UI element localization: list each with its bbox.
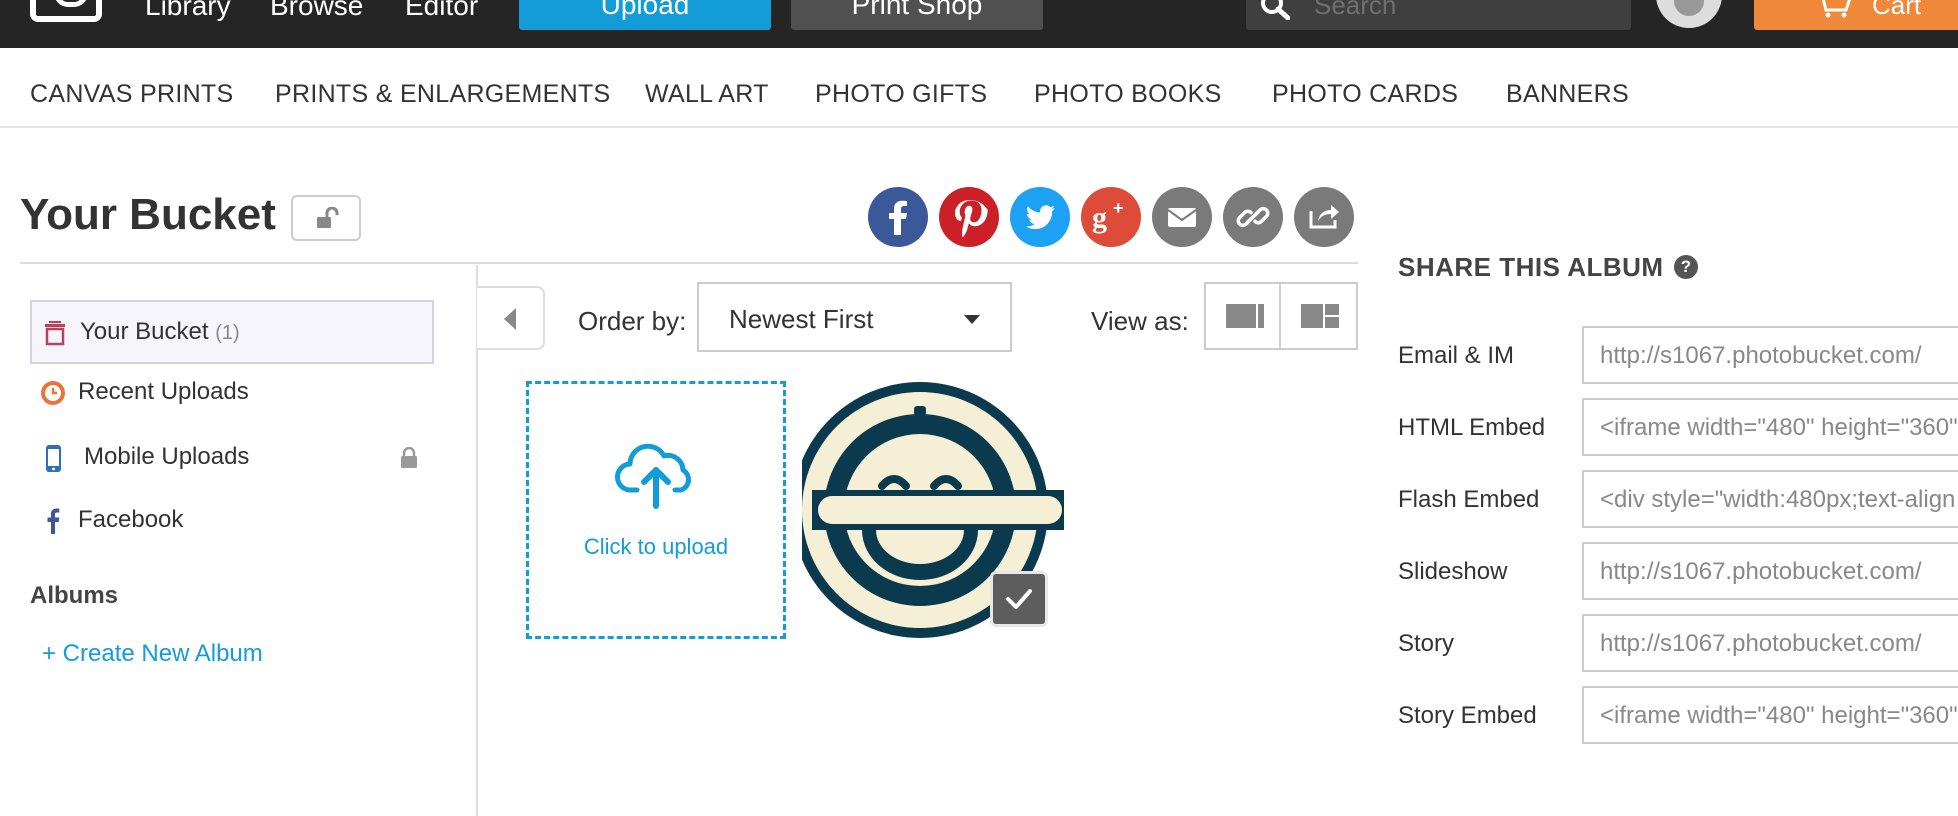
category-prints-enlargements[interactable]: PRINTS & ENLARGEMENTS — [275, 80, 611, 109]
email-icon — [1152, 187, 1212, 247]
single-view-icon — [1226, 304, 1264, 328]
search-icon — [1261, 0, 1290, 20]
share-field-value: <iframe width="480" height="360" — [1600, 702, 1958, 729]
cart-icon — [1821, 0, 1851, 18]
svg-text:g: g — [1092, 201, 1107, 234]
email-share-button[interactable] — [1152, 187, 1212, 247]
sidebar-item-label: Mobile Uploads — [84, 443, 250, 470]
upload-tile[interactable]: Click to upload — [526, 381, 786, 639]
upload-button[interactable]: Upload — [519, 0, 771, 30]
category-nav: CANVAS PRINTS PRINTS & ENLARGEMENTS WALL… — [0, 48, 1958, 128]
link-share-button[interactable] — [1223, 187, 1283, 247]
sidebar-item-recent-uploads[interactable]: Recent Uploads — [30, 362, 434, 426]
photo-select-checkbox[interactable] — [990, 571, 1048, 627]
view-toggle-group — [1204, 282, 1358, 350]
share-label-story-embed: Story Embed — [1398, 702, 1537, 729]
chevron-left-icon — [504, 308, 516, 330]
collapse-sidebar-button[interactable] — [477, 286, 545, 350]
view-single-button[interactable] — [1206, 284, 1281, 348]
view-as-label: View as: — [1091, 306, 1189, 336]
share-field-story-embed[interactable]: <iframe width="480" height="360" — [1582, 686, 1958, 744]
facebook-icon — [868, 187, 928, 247]
share-field-story[interactable]: http://s1067.photobucket.com/ — [1582, 614, 1958, 672]
search-input[interactable]: Search — [1246, 0, 1631, 30]
share-field-flash-embed[interactable]: <div style="width:480px;text-align — [1582, 470, 1958, 528]
category-banners[interactable]: BANNERS — [1506, 80, 1629, 109]
share-field-email[interactable]: http://s1067.photobucket.com/ — [1582, 326, 1958, 384]
grid-view-icon — [1301, 304, 1339, 328]
top-bar: Library Browse Editor Upload Print Shop … — [0, 0, 1958, 48]
title-divider — [20, 262, 1358, 264]
cloud-upload-icon — [615, 443, 691, 509]
facebook-icon — [47, 508, 60, 534]
pinterest-icon — [939, 187, 999, 247]
photobucket-logo[interactable] — [30, 0, 102, 22]
share-field-value: <iframe width="480" height="360" — [1600, 414, 1958, 441]
albums-heading: Albums — [30, 582, 119, 609]
share-field-html-embed[interactable]: <iframe width="480" height="360" — [1582, 398, 1958, 456]
chevron-down-icon — [964, 315, 980, 324]
category-canvas-prints[interactable]: CANVAS PRINTS — [30, 80, 233, 109]
share-label-html-embed: HTML Embed — [1398, 414, 1546, 441]
sidebar-item-facebook[interactable]: Facebook — [30, 490, 434, 554]
google-plus-share-button[interactable]: g + — [1081, 187, 1141, 247]
search-placeholder: Search — [1314, 0, 1397, 20]
share-label-flash-embed: Flash Embed — [1398, 486, 1540, 513]
sidebar-item-count: (1) — [215, 322, 240, 344]
phone-icon — [46, 445, 61, 472]
print-shop-button[interactable]: Print Shop — [791, 0, 1043, 30]
twitter-share-button[interactable] — [1010, 187, 1070, 247]
upload-tile-label: Click to upload — [583, 534, 729, 559]
share-field-value: http://s1067.photobucket.com/ — [1600, 630, 1922, 657]
cart-label: Cart — [1872, 0, 1922, 20]
sidebar-item-your-bucket[interactable]: Your Bucket (1) — [30, 300, 434, 364]
cart-button[interactable]: Cart — [1754, 0, 1958, 30]
order-by-label: Order by: — [578, 306, 687, 336]
share-field-value: http://s1067.photobucket.com/ — [1600, 558, 1922, 585]
order-by-value: Newest First — [729, 304, 874, 334]
share-label-slideshow: Slideshow — [1398, 558, 1508, 585]
avatar[interactable] — [1656, 0, 1722, 28]
google-plus-icon: g + — [1081, 187, 1141, 247]
bucket-icon — [45, 321, 65, 346]
checkmark-icon — [1006, 589, 1032, 609]
sidebar-item-mobile-uploads[interactable]: Mobile Uploads — [30, 427, 434, 491]
sidebar-item-label: Facebook — [78, 506, 184, 533]
nav-browse[interactable]: Browse — [270, 0, 363, 22]
share-label-email: Email & IM — [1398, 342, 1515, 369]
share-field-value: http://s1067.photobucket.com/ — [1600, 342, 1922, 369]
nav-library[interactable]: Library — [145, 0, 231, 22]
view-grid-button[interactable] — [1281, 284, 1356, 348]
share-label-story: Story — [1398, 630, 1455, 657]
pinterest-share-button[interactable] — [939, 187, 999, 247]
share-icon — [1294, 187, 1354, 247]
lock-icon — [401, 447, 417, 468]
external-share-button[interactable] — [1294, 187, 1354, 247]
order-by-select[interactable]: Newest First — [697, 282, 1012, 352]
page-title: Your Bucket — [20, 190, 276, 239]
help-icon[interactable]: ? — [1674, 255, 1698, 279]
link-icon — [1223, 187, 1283, 247]
category-photo-gifts[interactable]: PHOTO GIFTS — [815, 80, 987, 109]
share-field-value: <div style="width:480px;text-align — [1600, 486, 1956, 513]
sidebar-item-label: Recent Uploads — [78, 378, 249, 405]
category-photo-cards[interactable]: PHOTO CARDS — [1272, 80, 1458, 109]
unlock-icon — [317, 207, 339, 228]
share-album-heading: SHARE THIS ALBUM — [1398, 252, 1664, 282]
sidebar-item-label: Your Bucket — [80, 318, 209, 345]
facebook-share-button[interactable] — [868, 187, 928, 247]
clock-icon — [41, 381, 65, 405]
category-photo-books[interactable]: PHOTO BOOKS — [1034, 80, 1222, 109]
nav-editor[interactable]: Editor — [405, 0, 478, 22]
privacy-lock-button[interactable] — [291, 195, 361, 241]
create-album-link[interactable]: + Create New Album — [42, 640, 263, 668]
category-wall-art[interactable]: WALL ART — [645, 80, 769, 109]
twitter-icon — [1010, 187, 1070, 247]
svg-text:+: + — [1113, 198, 1124, 218]
share-field-slideshow[interactable]: http://s1067.photobucket.com/ — [1582, 542, 1958, 600]
